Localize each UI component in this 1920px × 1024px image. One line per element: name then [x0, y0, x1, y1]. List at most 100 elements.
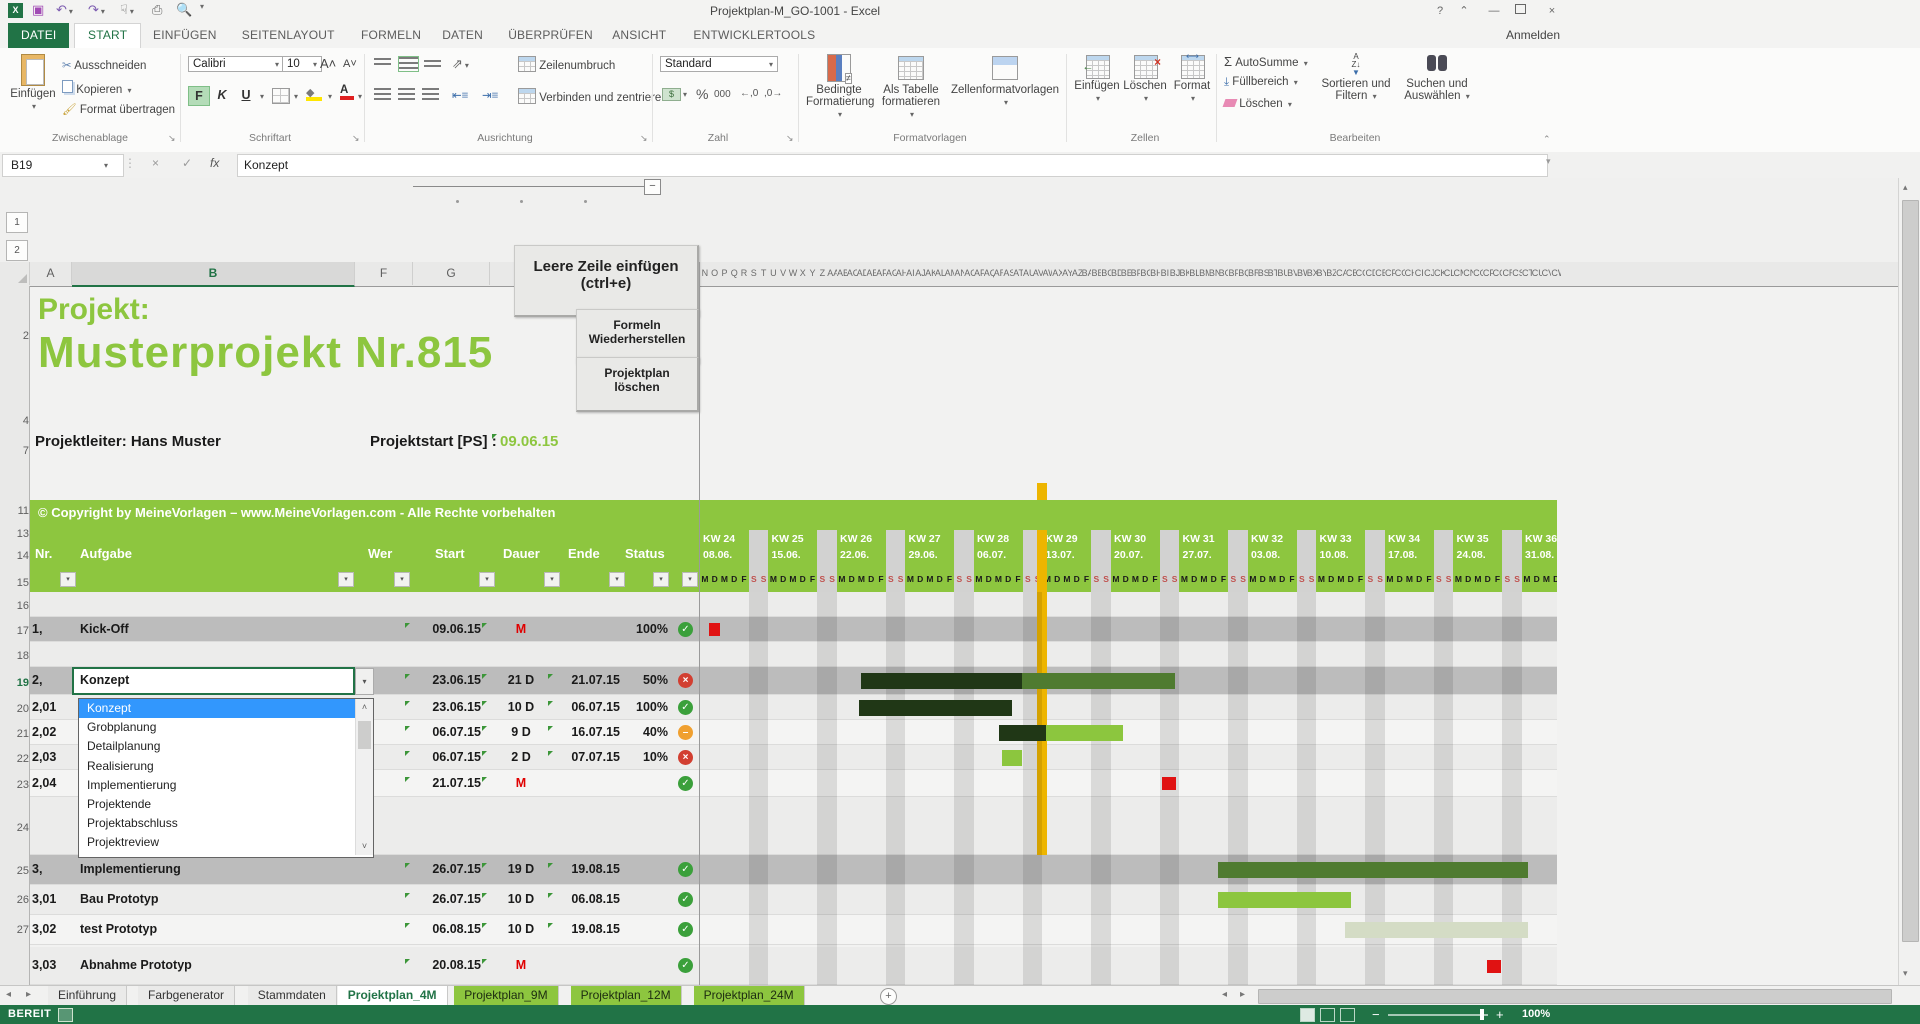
dropdown-item-projektreview[interactable]: Projektreview [79, 833, 357, 852]
row-header-18[interactable]: 18 [0, 650, 34, 662]
name-box-caret-icon[interactable]: ▾ [104, 161, 108, 170]
row-start[interactable]: 23.06.15 [405, 673, 481, 687]
hscroll-left-icon[interactable]: ◂ [1222, 989, 1227, 1000]
column-header-AK[interactable]: AK [925, 262, 935, 285]
row-start[interactable]: 09.06.15 [405, 622, 481, 636]
zoom-slider-thumb[interactable] [1480, 1009, 1484, 1020]
row-header-17[interactable]: 17 [0, 625, 34, 637]
project-start-value[interactable]: 09.06.15 [491, 433, 558, 450]
column-header-BV[interactable]: BV [1287, 262, 1297, 285]
column-header-CT[interactable]: CT [1522, 262, 1532, 285]
save-icon[interactable]: ▣ [32, 2, 44, 18]
row-header-20[interactable]: 20 [0, 703, 34, 715]
redo-icon[interactable]: ↷ ▾ [88, 2, 105, 18]
row-dauer[interactable]: 21 D [482, 673, 552, 687]
ribbon-tab-seitenlayout[interactable]: SEITENLAYOUT [229, 23, 348, 48]
row-status[interactable]: 50% [624, 673, 668, 687]
restore-icon[interactable] [1508, 3, 1532, 20]
column-header-BP[interactable]: BP [1228, 262, 1238, 285]
row-header-11[interactable]: 11 [0, 505, 34, 517]
font-color-icon[interactable]: A [340, 84, 354, 100]
scroll-up-icon[interactable]: ˄ [356, 699, 373, 716]
paste-button[interactable]: Einfügen ▾ [10, 52, 56, 112]
filter-dropdown-icon[interactable]: ▾ [682, 572, 698, 587]
cut-button[interactable]: ✂ Ausschneiden [62, 58, 146, 72]
sheet-nav-right-icon[interactable]: ▸ [26, 989, 31, 1000]
column-header-BJ[interactable]: BJ [1170, 262, 1180, 285]
gantt-bar[interactable] [1345, 922, 1528, 938]
row-dauer[interactable]: 10 D [482, 892, 552, 906]
row-task[interactable]: Bau Prototyp [80, 892, 158, 906]
row-ende[interactable]: 21.07.15 [548, 673, 620, 687]
borders-icon[interactable] [272, 88, 290, 104]
column-header-Q[interactable]: Q [729, 262, 739, 285]
merge-center-button[interactable]: Verbinden und zentrieren ▾ [518, 88, 677, 104]
autosum-button[interactable]: Σ AutoSumme ▾ [1224, 54, 1308, 69]
align-middle-icon[interactable] [398, 56, 419, 72]
row-header-14[interactable]: 14 [0, 550, 34, 562]
column-header-T[interactable]: T [759, 262, 769, 285]
column-header-CL[interactable]: CL [1444, 262, 1454, 285]
sheet-tab-projektplan_9m[interactable]: Projektplan_9M [454, 986, 559, 1005]
italic-button[interactable]: K [212, 86, 232, 104]
gantt-bar[interactable] [1022, 673, 1175, 689]
row-ende[interactable]: 06.08.15 [548, 892, 620, 906]
print-icon[interactable]: ⎙ [152, 2, 162, 18]
collapse-ribbon-icon[interactable]: ⌃ [1543, 134, 1551, 145]
clipboard-dialog-launcher[interactable]: ↘ [168, 133, 178, 143]
column-header-BF[interactable]: BF [1131, 262, 1141, 285]
ribbon-options-icon[interactable]: ⌃ [1452, 3, 1476, 20]
row-dauer[interactable]: 19 D [482, 862, 552, 876]
decrease-font-icon[interactable]: A˅ [343, 58, 357, 70]
column-header-CA[interactable]: CA [1336, 262, 1346, 285]
ribbon-tab-start[interactable]: START [74, 23, 142, 49]
align-top-icon[interactable] [374, 58, 391, 68]
percent-style-icon[interactable]: % [696, 86, 708, 102]
format-as-table-button[interactable]: Als Tabelle formatieren ▾ [878, 52, 944, 120]
filter-dropdown-icon[interactable]: ▾ [544, 572, 560, 587]
column-header-A[interactable]: A [30, 262, 72, 285]
column-header-BD[interactable]: BD [1111, 262, 1121, 285]
column-header-BK[interactable]: BK [1180, 262, 1190, 285]
column-header-AE[interactable]: AE [866, 262, 876, 285]
row-start[interactable]: 06.08.15 [405, 922, 481, 936]
zoom-level[interactable]: 100% [1522, 1008, 1550, 1020]
row-start[interactable]: 26.07.15 [405, 892, 481, 906]
gantt-milestone[interactable] [1487, 959, 1501, 973]
font-color-caret-icon[interactable]: ▾ [358, 92, 362, 101]
column-header-BT[interactable]: BT [1268, 262, 1278, 285]
vertical-scroll-thumb[interactable] [1902, 200, 1919, 942]
ribbon-tab-ansicht[interactable]: ANSICHT [599, 23, 679, 48]
sheet-nav-left-icon[interactable]: ◂ [6, 989, 11, 1000]
column-header-CK[interactable]: CK [1434, 262, 1444, 285]
column-header-W[interactable]: W [788, 262, 798, 285]
close-icon[interactable]: × [1540, 3, 1564, 20]
column-header-AM[interactable]: AM [945, 262, 955, 285]
insert-function-icon[interactable]: fx [210, 156, 219, 170]
column-header-AS[interactable]: AS [1003, 262, 1013, 285]
column-header-BX[interactable]: BX [1307, 262, 1317, 285]
column-header-Y[interactable]: Y [808, 262, 818, 285]
quick-access-customize-icon[interactable]: ▾ [200, 2, 204, 11]
column-header-B[interactable]: B [72, 262, 355, 287]
column-header-CD[interactable]: CD [1365, 262, 1375, 285]
delete-cells-button[interactable]: × Löschen ▾ [1122, 52, 1168, 104]
column-header-AL[interactable]: AL [935, 262, 945, 285]
cell-dropdown-icon[interactable]: ▾ [355, 668, 374, 695]
column-header-AY[interactable]: AY [1062, 262, 1072, 285]
row-task[interactable]: Kick-Off [80, 622, 129, 636]
align-left-icon[interactable] [374, 88, 391, 102]
row-header-4[interactable]: 4 [0, 415, 34, 427]
format-painter-button[interactable]: 🖌 Format übertragen [62, 102, 175, 116]
help-icon[interactable]: ? [1428, 3, 1452, 20]
row-header-21[interactable]: 21 [0, 728, 34, 740]
row-header-13[interactable]: 13 [0, 528, 34, 540]
column-header-BY[interactable]: BY [1317, 262, 1327, 285]
currency-icon[interactable]: $ ▾ [662, 88, 687, 101]
touch-mode-icon[interactable]: ☟ ▾ [120, 2, 134, 18]
number-format-select[interactable]: Standard ▾ [660, 56, 778, 72]
filter-dropdown-icon[interactable]: ▾ [609, 572, 625, 587]
row-start[interactable]: 06.07.15 [405, 725, 481, 739]
orientation-icon[interactable]: ⇗ ▾ [452, 56, 469, 72]
row-task[interactable]: Implementierung [80, 862, 181, 876]
